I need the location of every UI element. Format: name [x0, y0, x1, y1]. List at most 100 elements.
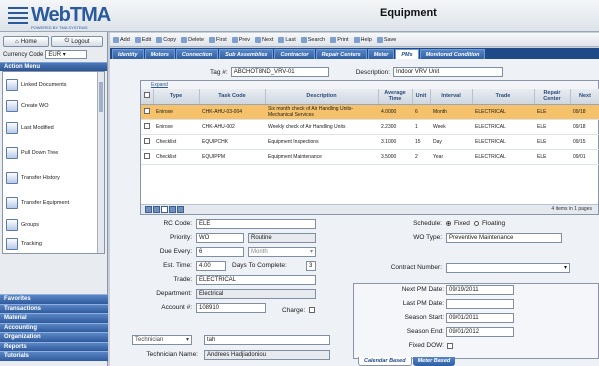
table-row[interactable]: Checklist EQUIPCHK Equipment Inspections… [141, 134, 599, 150]
col-interval[interactable]: Interval [430, 89, 473, 105]
tab-connection[interactable]: Connection [175, 49, 219, 59]
table-row[interactable]: Eniroxe CHK-AHU-03-004 Six month check o… [141, 104, 599, 120]
row-checkbox[interactable] [144, 152, 150, 159]
action-tracking[interactable]: Tracking [3, 235, 104, 253]
last-page-icon[interactable] [177, 206, 184, 213]
category-tutorials[interactable]: Tutorials [0, 351, 108, 361]
cell-average-time: 2.2300 [378, 119, 412, 135]
tab-contractor[interactable]: Contractor [274, 49, 315, 59]
select-all-header[interactable] [141, 89, 154, 105]
action-create-wo[interactable]: Create WO [3, 97, 104, 115]
tag-field[interactable]: ABCHOT8ND_VRV-01 [230, 67, 329, 77]
row-checkbox[interactable] [144, 137, 150, 144]
col-repair-center[interactable]: Repair Center [534, 89, 571, 105]
first-button[interactable]: First [209, 37, 227, 43]
action-menu-scrollbar[interactable] [97, 72, 104, 253]
action-transfer-equipment[interactable]: Transfer Equipment [3, 190, 104, 215]
last-pm-date-field[interactable] [446, 299, 514, 309]
fixed-dow-checkbox[interactable] [447, 343, 453, 349]
next-page-icon[interactable] [169, 206, 176, 213]
charge-checkbox[interactable] [309, 307, 315, 313]
season-end-field[interactable]: 09/01/2012 [446, 327, 514, 337]
brand-tagline: POWERED BY TMA SYSTEMS [31, 25, 88, 30]
pm-table: Type Task Code Description Average Time … [141, 89, 599, 165]
add-button[interactable]: Add [113, 37, 130, 43]
tab-meter-based[interactable]: Meter Based [412, 357, 456, 366]
category-material[interactable]: Material [0, 313, 108, 323]
tab-motors[interactable]: Motors [144, 49, 175, 59]
category-organization[interactable]: Organization [0, 332, 108, 342]
print-button[interactable]: Print [330, 37, 348, 43]
prev-button[interactable]: Prev [232, 37, 250, 43]
category-reports[interactable]: Reports [0, 341, 108, 351]
tab-meter[interactable]: Meter [367, 49, 395, 59]
action-pull-down-tree[interactable]: Pull Down Tree [3, 140, 104, 165]
action-label: Pull Down Tree [21, 149, 59, 156]
table-row[interactable]: Eniroxe CHK-AHU-002 Weekly check of Air … [141, 119, 599, 135]
cell-unit: 2 [412, 149, 430, 165]
est-time-field[interactable]: 4.00 [196, 261, 226, 271]
technician-select[interactable]: Technician ▾ [132, 335, 192, 345]
next-button[interactable]: Next [255, 37, 273, 43]
delete-button[interactable]: Delete [181, 37, 204, 43]
days-to-complete-field[interactable]: 3 [306, 261, 316, 271]
est-time-label: Est. Time: [163, 262, 192, 269]
description-field[interactable]: Indoor VRV Unit [393, 67, 504, 77]
col-next[interactable]: Next [570, 89, 599, 105]
cell-repair-center: ELE [534, 119, 570, 135]
action-linked-documents[interactable]: Linked Documents [3, 72, 104, 97]
rc-code-field[interactable]: ELE [196, 219, 316, 229]
col-trade[interactable]: Trade [472, 89, 535, 105]
col-average-time[interactable]: Average Time [378, 89, 413, 105]
contract-number-select[interactable]: ▾ [446, 263, 570, 273]
tab-pms[interactable]: PMs [395, 49, 419, 59]
table-row[interactable]: Checklist EQUIPPM Equipment Maintenance … [141, 149, 599, 165]
page-number[interactable] [161, 206, 168, 213]
category-accounting[interactable]: Accounting [0, 322, 108, 332]
save-button[interactable]: Save [377, 37, 397, 43]
home-button[interactable]: ⌂ Home [3, 36, 49, 47]
schedule-fixed-radio[interactable] [446, 221, 451, 226]
select-all-checkbox[interactable] [143, 92, 150, 99]
expand-link[interactable]: Expand [141, 81, 598, 89]
tab-calendar-based[interactable]: Calendar Based [358, 357, 412, 366]
trade-field[interactable]: ELECTRICAL [196, 275, 316, 285]
row-checkbox[interactable] [144, 122, 150, 129]
col-description[interactable]: Description [265, 89, 379, 105]
description-label: Description: [355, 68, 391, 76]
technician-field[interactable]: tah [204, 335, 330, 345]
cell-repair-center: ELE [534, 104, 570, 120]
logout-button[interactable]: ⏻ Logout [51, 36, 103, 47]
due-every-field[interactable]: 6 [196, 247, 244, 257]
action-transfer-history[interactable]: Transfer History [3, 165, 104, 190]
priority-field[interactable]: WO [196, 233, 244, 243]
edit-button[interactable]: Edit [135, 37, 151, 43]
col-task-code[interactable]: Task Code [199, 89, 266, 105]
due-unit-select[interactable]: Month ▾ [248, 247, 316, 257]
tab-identity[interactable]: Identity [112, 49, 144, 59]
left-sidebar: ⌂ Home ⏻ Logout Currency Code EUR ▾ Action… [0, 32, 108, 366]
category-transactions[interactable]: Transactions [0, 303, 108, 313]
tab-sub-assemblies[interactable]: Sub Assemblies [219, 49, 274, 59]
category-favorites[interactable]: Favorites [0, 294, 108, 304]
search-button[interactable]: Search [301, 37, 325, 43]
col-type[interactable]: Type [153, 89, 200, 105]
tab-repair-centers[interactable]: Repair Centers [315, 49, 367, 59]
col-unit[interactable]: Unit [412, 89, 431, 105]
tab-monitored-condition[interactable]: Monitored Condition [419, 49, 486, 59]
first-page-icon[interactable] [145, 206, 152, 213]
action-groups[interactable]: Groups [3, 215, 104, 235]
due-every-label: Due Every: [159, 248, 192, 255]
currency-select[interactable]: EUR ▾ [45, 50, 88, 59]
account-field[interactable]: 108910 [196, 303, 266, 313]
next-pm-date-field[interactable]: 09/19/2011 [446, 285, 514, 295]
prev-page-icon[interactable] [153, 206, 160, 213]
schedule-floating-radio[interactable] [474, 221, 479, 226]
wo-type-field[interactable]: Preventive Maintenance [446, 233, 562, 243]
copy-button[interactable]: Copy [156, 37, 176, 43]
action-last-modified[interactable]: Last Modified [3, 115, 104, 140]
help-button[interactable]: Help [354, 37, 372, 43]
last-button[interactable]: Last [278, 37, 295, 43]
row-checkbox[interactable] [144, 107, 150, 114]
season-start-field[interactable]: 09/01/2011 [446, 313, 514, 323]
